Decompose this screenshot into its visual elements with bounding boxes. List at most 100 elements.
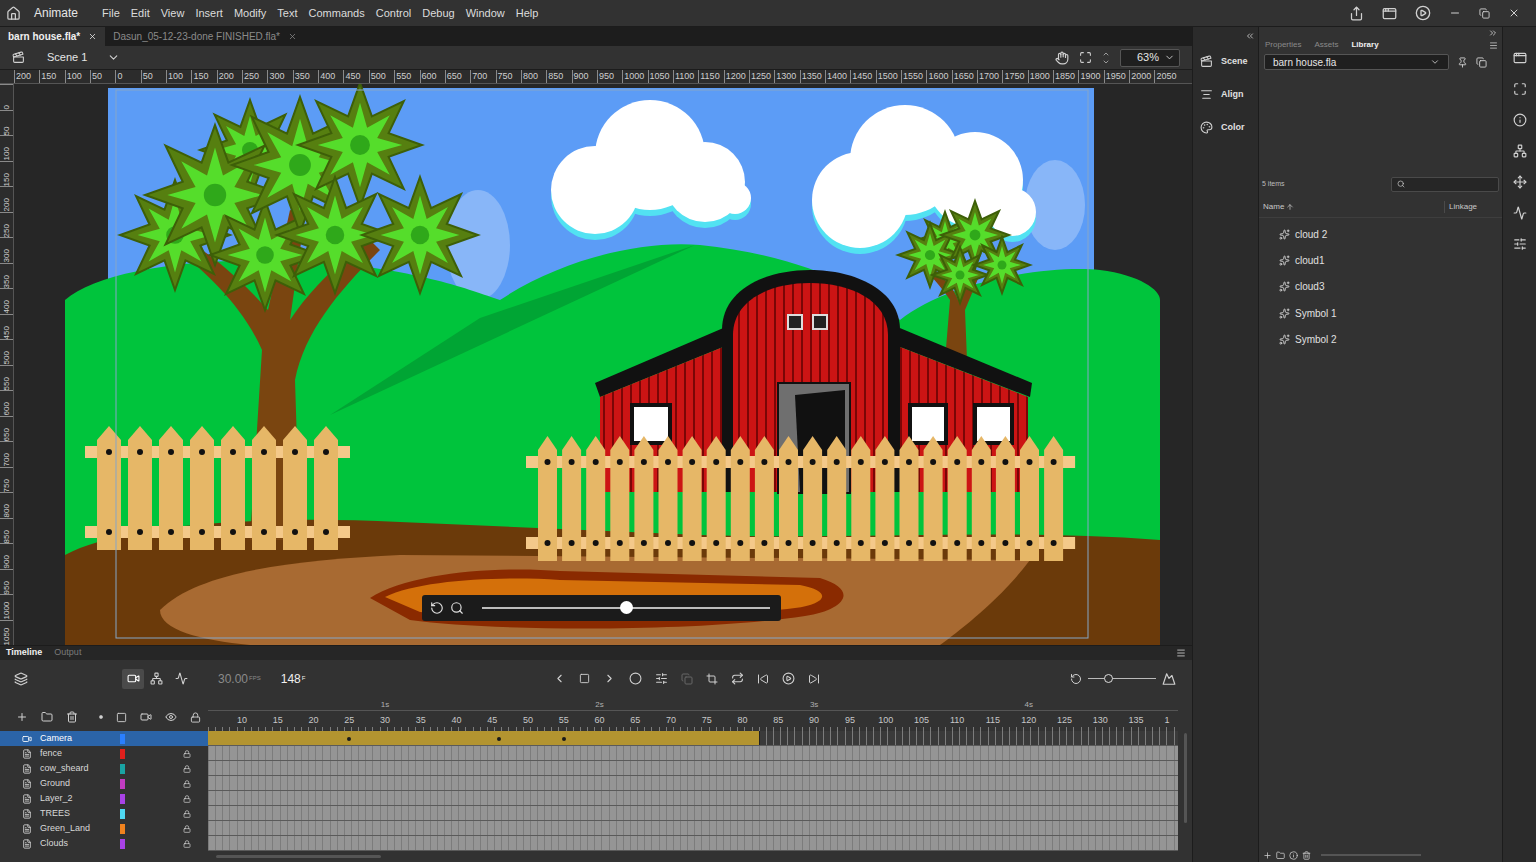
new-layer-icon[interactable] <box>16 711 28 723</box>
panel-button[interactable]: Scene <box>1193 45 1258 78</box>
zoom-down-icon[interactable] <box>1102 58 1110 66</box>
fit-frames-icon[interactable] <box>1162 672 1176 686</box>
frame-zoom-slider[interactable] <box>1088 678 1156 679</box>
library-item[interactable]: Symbol 2 <box>1259 327 1502 353</box>
close-icon[interactable] <box>1508 7 1520 19</box>
menu-item[interactable]: Window <box>466 5 505 22</box>
camera-slider[interactable] <box>482 607 770 609</box>
menu-item[interactable]: Help <box>516 5 539 22</box>
prev-keyframe-icon[interactable] <box>553 672 566 685</box>
fps-field[interactable]: 30.00FPS <box>218 670 261 688</box>
scene-dropdown-icon[interactable] <box>107 51 120 64</box>
close-tab-icon[interactable] <box>288 32 297 41</box>
properties-icon[interactable] <box>1289 851 1298 860</box>
layer-row[interactable]: Layer_2 <box>0 791 208 806</box>
fit-stage-icon[interactable] <box>1079 51 1092 64</box>
library-item[interactable]: cloud1 <box>1259 247 1502 273</box>
delete-layer-icon[interactable] <box>66 711 78 723</box>
keyframe[interactable] <box>562 737 566 741</box>
home-icon[interactable] <box>6 6 21 21</box>
workspace-icon[interactable] <box>1382 6 1397 21</box>
scene-label[interactable]: Scene 1 <box>47 49 87 66</box>
attach-camera-icon[interactable] <box>140 711 152 723</box>
motion-tool-icon[interactable] <box>1513 175 1527 189</box>
lock-icon[interactable] <box>183 780 191 788</box>
panel-menu-icon[interactable] <box>1176 648 1186 658</box>
new-folder-icon[interactable] <box>41 711 53 723</box>
delete-icon[interactable] <box>1302 851 1311 860</box>
menu-item[interactable]: View <box>161 5 185 22</box>
visibility-icon[interactable] <box>165 711 177 723</box>
frame-row[interactable] <box>208 791 1178 806</box>
layer-row[interactable]: Camera <box>0 731 208 746</box>
layers-icon[interactable] <box>14 672 28 686</box>
info-tool-icon[interactable] <box>1513 113 1527 127</box>
camera-control[interactable] <box>422 595 781 621</box>
reset-zoom-icon[interactable] <box>1070 673 1082 685</box>
library-item[interactable]: Symbol 1 <box>1259 300 1502 326</box>
test-movie-icon[interactable] <box>1415 5 1431 21</box>
restore-icon[interactable] <box>1479 8 1490 19</box>
lock-icon[interactable] <box>183 810 191 818</box>
camera-slider-knob[interactable] <box>620 601 633 614</box>
graph-icon[interactable] <box>175 672 188 685</box>
keyframe-icon[interactable] <box>579 673 590 684</box>
menu-item[interactable]: File <box>102 5 120 22</box>
panel-tab[interactable]: Timeline <box>6 646 42 660</box>
layer-color[interactable] <box>120 764 125 774</box>
column-header[interactable]: Name <box>1263 201 1284 213</box>
first-frame-icon[interactable] <box>757 673 769 685</box>
lock-icon[interactable] <box>183 825 191 833</box>
lock-icon[interactable] <box>183 750 191 758</box>
frame-zoom-knob[interactable] <box>1104 674 1113 683</box>
menu-item[interactable]: Text <box>277 5 297 22</box>
hand-icon[interactable] <box>1055 51 1069 65</box>
menu-item[interactable]: Control <box>376 5 411 22</box>
menu-item[interactable]: Debug <box>422 5 454 22</box>
panel-tab[interactable]: Properties <box>1265 39 1301 51</box>
layer-row[interactable]: cow_sheard <box>0 761 208 776</box>
lock-icon[interactable] <box>183 840 191 848</box>
layer-color[interactable] <box>120 809 125 819</box>
close-tab-icon[interactable] <box>88 32 97 41</box>
onion-skin-icon[interactable] <box>629 672 642 685</box>
edit-multiple-icon[interactable] <box>655 672 668 685</box>
frame-row[interactable] <box>208 746 1178 761</box>
new-symbol-icon[interactable] <box>1263 851 1272 860</box>
layer-color[interactable] <box>120 779 125 789</box>
frame-row[interactable] <box>208 731 1178 746</box>
swatches-tool-icon[interactable] <box>1513 237 1527 251</box>
layer-color[interactable] <box>120 839 125 849</box>
camera-zoom-icon[interactable] <box>450 601 464 615</box>
menu-item[interactable]: Commands <box>309 5 365 22</box>
share-icon[interactable] <box>1349 6 1364 21</box>
layer-row[interactable]: Green_Land <box>0 821 208 836</box>
transform-tool-icon[interactable] <box>1513 82 1527 96</box>
zoom-dropdown-icon[interactable] <box>1164 52 1175 63</box>
expand-panels-icon[interactable] <box>1245 31 1255 41</box>
layer-color[interactable] <box>120 824 125 834</box>
frame-row[interactable] <box>208 761 1178 776</box>
frames-grid[interactable] <box>208 731 1178 851</box>
outline-icon[interactable] <box>116 712 127 723</box>
clip-icon[interactable] <box>706 673 718 685</box>
panel-tab[interactable]: Assets <box>1314 39 1338 51</box>
layer-color[interactable] <box>120 734 125 744</box>
lock-icon[interactable] <box>183 795 191 803</box>
properties-tool-icon[interactable] <box>1513 51 1527 65</box>
document-tab[interactable]: barn house.fla* <box>0 27 105 46</box>
library-item[interactable]: cloud 2 <box>1259 221 1502 247</box>
layer-row[interactable]: TREES <box>0 806 208 821</box>
library-document-select[interactable]: barn house.fla <box>1264 54 1449 70</box>
pin-icon[interactable] <box>1457 57 1468 68</box>
play-icon[interactable] <box>782 672 795 685</box>
horizontal-scrollbar[interactable] <box>0 851 1192 862</box>
menu-item[interactable]: Modify <box>234 5 266 22</box>
menu-item[interactable]: Edit <box>131 5 150 22</box>
panel-menu-icon[interactable] <box>1489 41 1498 50</box>
library-search[interactable] <box>1391 177 1499 192</box>
motion-editor-icon[interactable] <box>1513 206 1527 220</box>
frame-row[interactable] <box>208 776 1178 791</box>
minimize-icon[interactable] <box>1449 7 1461 19</box>
camera-tool[interactable] <box>122 669 144 689</box>
